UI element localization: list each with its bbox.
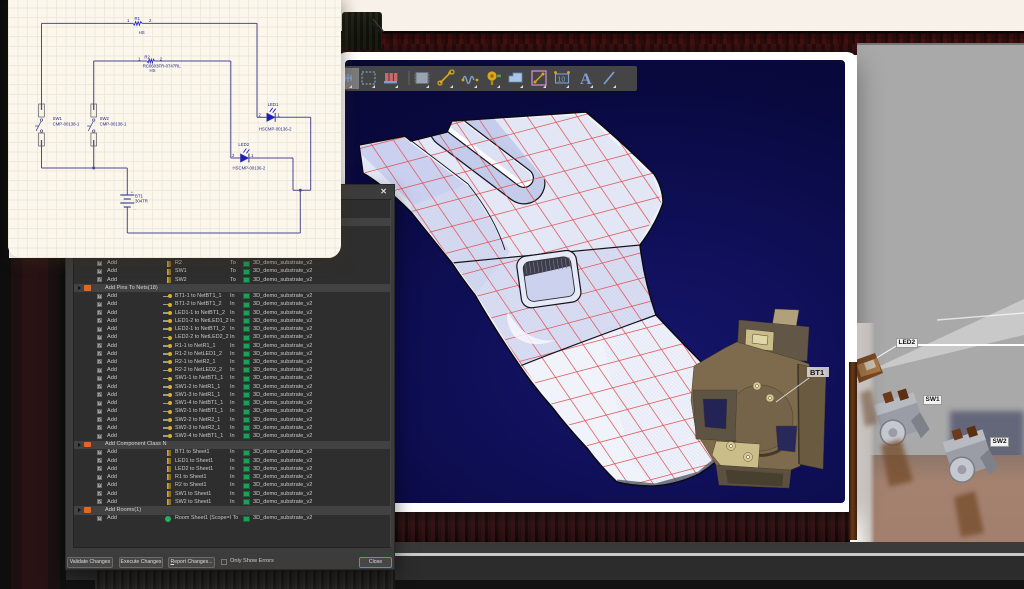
svg-text:CMP-00138-1: CMP-00138-1 — [100, 122, 127, 127]
svg-text:BT1: BT1 — [810, 368, 824, 377]
svg-text:+: + — [131, 190, 134, 195]
svg-text:2: 2 — [232, 153, 235, 158]
svg-text:CMP-00138-1: CMP-00138-1 — [53, 122, 80, 127]
svg-text:HSCMP-00136-2: HSCMP-00136-2 — [233, 166, 266, 171]
svg-text:2: 2 — [149, 18, 152, 23]
svg-text:1: 1 — [251, 153, 254, 158]
svg-text:SW1: SW1 — [53, 116, 63, 121]
svg-text:1: 1 — [278, 112, 281, 117]
svg-text:LED2: LED2 — [238, 142, 249, 147]
svg-text:A: A — [580, 71, 592, 88]
svg-text:HS: HS — [150, 68, 156, 73]
svg-text:2: 2 — [259, 112, 262, 117]
svg-text:R1: R1 — [135, 16, 141, 21]
svg-text:304TR: 304TR — [135, 199, 148, 204]
svg-text:SW2: SW2 — [100, 116, 110, 121]
svg-text:-: - — [134, 207, 136, 212]
svg-text:1: 1 — [127, 18, 130, 23]
svg-text:RC0603FR-0747RL: RC0603FR-0747RL — [143, 63, 182, 68]
svg-text:HSCMP-00136-2: HSCMP-00136-2 — [259, 127, 292, 132]
svg-text:LED1: LED1 — [268, 102, 279, 107]
svg-text:HS: HS — [139, 30, 145, 35]
svg-text:R2: R2 — [144, 55, 150, 60]
svg-text:10: 10 — [558, 77, 566, 84]
